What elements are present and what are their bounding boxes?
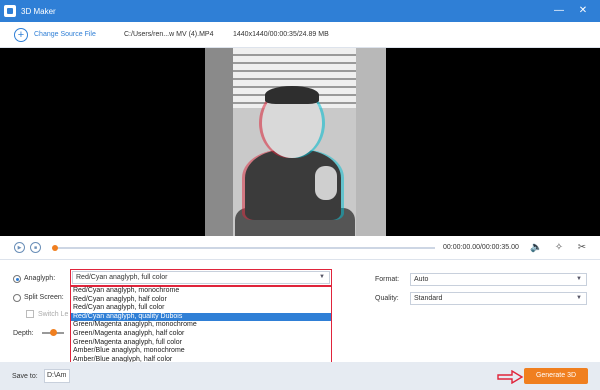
anaglyph-option[interactable]: Red/Cyan anaglyph, monochrome bbox=[71, 287, 331, 296]
anaglyph-option[interactable]: Red/Cyan anaglyph, quality Dubois bbox=[71, 312, 331, 322]
play-button[interactable]: ▶ bbox=[14, 242, 25, 253]
anaglyph-option[interactable]: Green/Magenta anaglyph, half color bbox=[71, 330, 331, 339]
format-select[interactable]: Auto ▼ bbox=[410, 273, 587, 286]
depth-label: Depth: bbox=[13, 330, 34, 337]
save-path-field[interactable]: D:\Am bbox=[44, 369, 70, 383]
scissors-icon[interactable]: ✂ bbox=[576, 242, 588, 254]
anaglyph-option[interactable]: Green/Magenta anaglyph, full color bbox=[71, 339, 331, 348]
change-source-file-button[interactable]: Change Source File bbox=[34, 31, 96, 38]
play-icon: ▶ bbox=[17, 244, 22, 251]
minimize-button[interactable]: — bbox=[552, 4, 566, 18]
timecode: 00:00:00.00/00:00:35.00 bbox=[443, 244, 519, 251]
window-title: 3D Maker bbox=[21, 6, 56, 16]
timeline-handle[interactable] bbox=[52, 245, 58, 251]
anaglyph-option[interactable]: Green/Magenta anaglyph, monochrome bbox=[71, 321, 331, 330]
close-button[interactable]: ✕ bbox=[576, 4, 590, 18]
playback-controls: ▶ ■ 00:00:00.00/00:00:35.00 🔈 ✧ ✂ bbox=[0, 236, 600, 260]
quality-label: Quality: bbox=[375, 295, 399, 302]
generate-3d-button[interactable]: Generate 3D bbox=[524, 368, 588, 384]
format-label: Format: bbox=[375, 276, 400, 283]
stop-button[interactable]: ■ bbox=[30, 242, 41, 253]
chevron-down-icon: ▼ bbox=[576, 276, 582, 282]
save-to-label: Save to: bbox=[12, 373, 38, 380]
anaglyph-option[interactable]: Red/Cyan anaglyph, half color bbox=[71, 296, 331, 305]
anaglyph-label: Anaglyph: bbox=[24, 275, 56, 282]
switch-checkbox[interactable] bbox=[26, 310, 34, 318]
split-screen-radio[interactable] bbox=[13, 294, 21, 302]
chevron-down-icon: ▼ bbox=[576, 295, 582, 301]
file-path: C:/Users/ren...w MV (4).MP4 bbox=[124, 31, 214, 38]
app-icon bbox=[4, 5, 16, 17]
timeline-slider[interactable] bbox=[52, 245, 435, 251]
pin-icon[interactable]: ✧ bbox=[553, 242, 565, 254]
format-value: Auto bbox=[414, 276, 429, 283]
title-bar: 3D Maker — ✕ bbox=[0, 0, 600, 22]
anaglyph-highlight-box bbox=[70, 269, 332, 286]
add-icon[interactable]: + bbox=[14, 27, 28, 42]
video-preview bbox=[0, 48, 600, 236]
split-screen-label: Split Screen: bbox=[24, 294, 64, 301]
depth-slider-handle[interactable] bbox=[50, 329, 57, 336]
preview-frame bbox=[205, 48, 386, 236]
quality-select[interactable]: Standard ▼ bbox=[410, 292, 587, 305]
arrow-right-icon bbox=[497, 370, 524, 384]
volume-icon[interactable]: 🔈 bbox=[530, 242, 542, 254]
source-toolbar: + Change Source File C:/Users/ren...w MV… bbox=[0, 22, 600, 48]
anaglyph-radio[interactable] bbox=[13, 275, 21, 283]
quality-value: Standard bbox=[414, 295, 443, 302]
switch-label: Switch Le bbox=[38, 311, 69, 318]
anaglyph-option[interactable]: Red/Cyan anaglyph, full color bbox=[71, 304, 331, 313]
file-info: 1440x1440/00:00:35/24.89 MB bbox=[233, 31, 329, 38]
bottom-bar: Save to: D:\Am bbox=[0, 362, 600, 390]
stop-icon: ■ bbox=[33, 244, 38, 251]
anaglyph-option[interactable]: Amber/Blue anaglyph, monochrome bbox=[71, 347, 331, 356]
